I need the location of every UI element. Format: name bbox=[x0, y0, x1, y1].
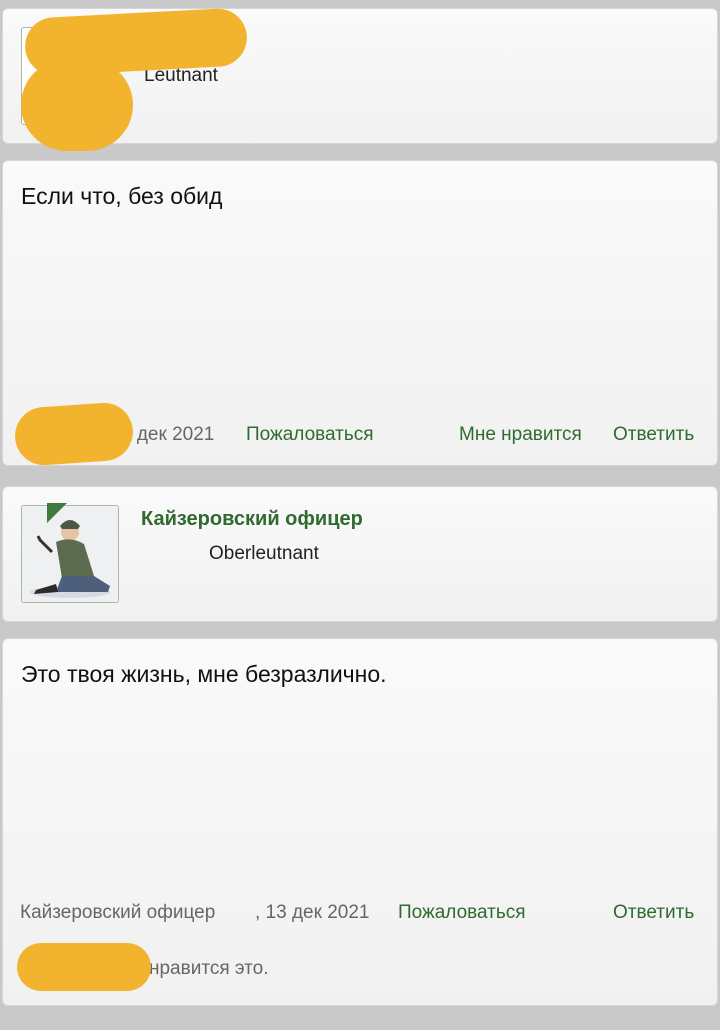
avatar[interactable] bbox=[21, 505, 119, 603]
post-body-2: Это твоя жизнь, мне безразлично. Кайзеро… bbox=[2, 638, 718, 1006]
user-rank: Oberleutnant bbox=[209, 543, 319, 564]
report-link[interactable]: Пожаловаться bbox=[398, 902, 526, 924]
post-header-1: Leutnant bbox=[2, 7, 718, 151]
report-link[interactable]: Пожаловаться bbox=[246, 424, 374, 446]
post-header-2: Кайзеровский офицер Oberleutnant bbox=[2, 486, 718, 622]
post-author[interactable]: Кайзеровский офицер bbox=[20, 902, 215, 924]
reply-link[interactable]: Ответить bbox=[613, 424, 694, 446]
likes-summary: нравится это. bbox=[149, 958, 269, 979]
like-link[interactable]: Мне нравится bbox=[459, 424, 582, 446]
redaction-mark bbox=[13, 400, 135, 468]
redaction-mark bbox=[21, 59, 133, 151]
post-date[interactable]: 3 дек 2021 bbox=[121, 424, 214, 446]
redaction-mark bbox=[17, 943, 151, 991]
post-body-1: Если что, без обид 3 дек 2021 Пожаловать… bbox=[2, 160, 718, 468]
reply-link[interactable]: Ответить bbox=[613, 902, 694, 924]
soldier-avatar-icon bbox=[22, 506, 118, 602]
post-message: Это твоя жизнь, мне безразлично. bbox=[21, 661, 387, 687]
online-flag-icon bbox=[47, 503, 67, 523]
post-message: Если что, без обид bbox=[21, 183, 223, 209]
post-date[interactable]: , 13 дек 2021 bbox=[255, 902, 369, 924]
username-link[interactable]: Кайзеровский офицер bbox=[141, 508, 363, 531]
